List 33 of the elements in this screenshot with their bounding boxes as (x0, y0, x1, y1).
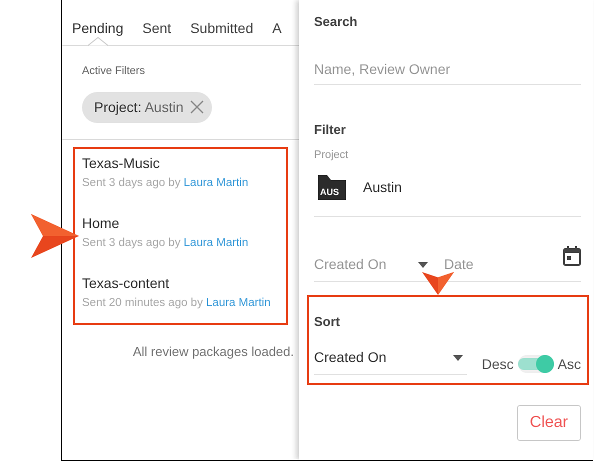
chip-label: Project: Austin (94, 98, 184, 117)
tab[interactable]: A (272, 10, 282, 45)
tab[interactable]: Sent (142, 10, 172, 45)
package-title[interactable]: Home (82, 214, 300, 232)
calendar-icon[interactable] (563, 246, 581, 266)
project-folder-icon: AUS (317, 174, 347, 201)
package-meta: Sent 3 days ago by Laura Martin (82, 236, 250, 251)
package-title[interactable]: Texas-Music (82, 154, 300, 172)
pointer-arrow (422, 272, 454, 295)
close-icon[interactable] (190, 100, 204, 114)
caret-icon (418, 262, 428, 268)
date-field[interactable]: Date (444, 254, 544, 274)
caret-icon (453, 355, 463, 362)
status-text: All review packages loaded. (132, 343, 295, 362)
sort-order-toggle[interactable] (518, 355, 554, 373)
filter-chip[interactable]: Project: Austin (82, 92, 212, 122)
field-label: Project (314, 148, 350, 163)
package-meta: Sent 20 minutes ago by Laura Martin (82, 296, 272, 311)
sort-select[interactable]: Created On (314, 345, 467, 375)
section-heading: Sort (314, 312, 341, 330)
tab[interactable]: Submitted (190, 10, 254, 45)
toggle-label: Asc (558, 354, 581, 374)
package-meta: Sent 3 days ago by Laura Martin (82, 176, 250, 190)
section-heading: Search (314, 13, 358, 31)
toggle-label: Desc (482, 354, 514, 374)
project-name: Austin (363, 178, 402, 197)
filters-label: Active Filters (82, 64, 146, 79)
search-field[interactable]: Name, Review Owner (314, 54, 581, 84)
section-heading: Filter (314, 120, 347, 138)
pointer-arrow (31, 214, 79, 258)
package-title[interactable]: Texas-content (82, 274, 300, 292)
tab[interactable]: Pending (72, 10, 124, 45)
tab-indicator-icon (88, 37, 108, 46)
